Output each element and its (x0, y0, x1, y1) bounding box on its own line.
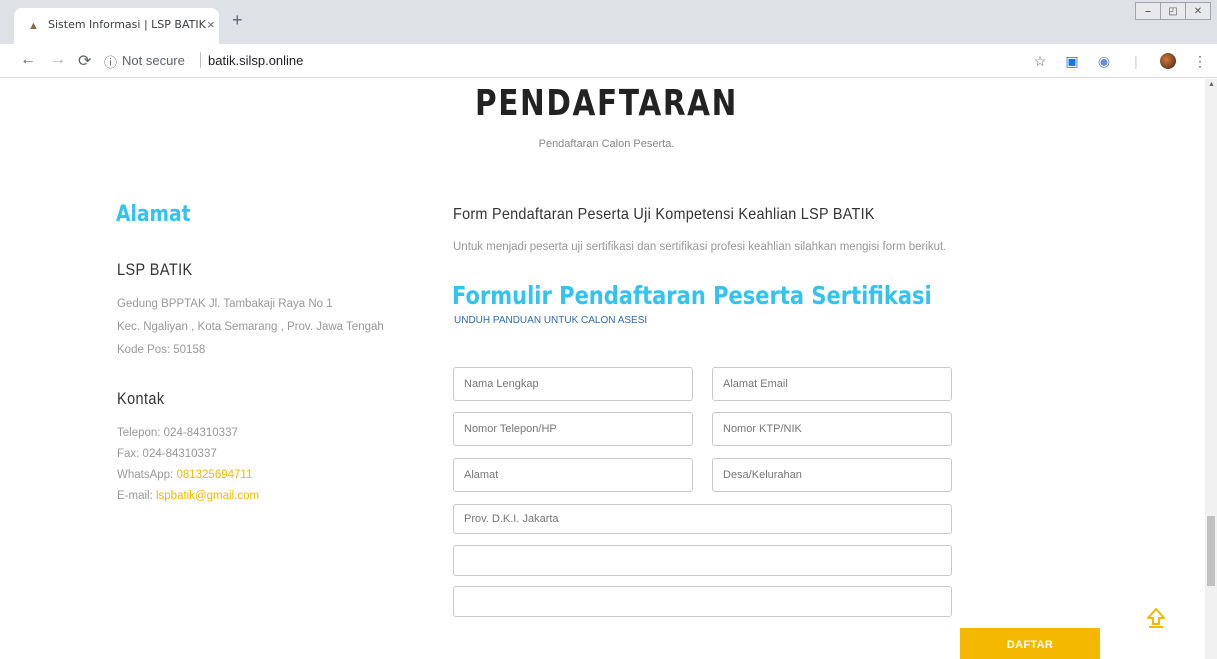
kecamatan-select[interactable] (453, 586, 952, 617)
address-line: Kec. Ngaliyan , Kota Semarang , Prov. Ja… (117, 321, 384, 333)
url-text[interactable]: batik.silsp.online (208, 53, 303, 68)
provinsi-select[interactable] (453, 504, 952, 534)
nama-lengkap-input[interactable] (453, 367, 693, 401)
maximize-button[interactable]: ◰ (1160, 2, 1186, 20)
download-guide-link[interactable]: UNDUH PANDUAN UNTUK CALON ASESI (454, 315, 647, 326)
address-separator (200, 52, 201, 68)
new-tab-button[interactable]: + (232, 10, 243, 31)
page-content: PENDAFTARAN Pendaftaran Calon Peserta. A… (0, 79, 1205, 659)
page-subtitle: Pendaftaran Calon Peserta. (538, 138, 675, 150)
address-line: Gedung BPPTAK Jl. Tambakaji Raya No 1 (117, 298, 333, 310)
extension-globe-icon[interactable]: ◉ (1095, 52, 1113, 70)
alamat-heading: Alamat (116, 202, 191, 227)
profile-avatar[interactable] (1159, 52, 1177, 70)
daftar-button[interactable]: DAFTAR (960, 628, 1100, 659)
scroll-to-top-icon[interactable] (1146, 607, 1166, 629)
scrollbar-thumb[interactable] (1207, 516, 1215, 586)
form-heading: Form Pendaftaran Peserta Uji Kompetensi … (453, 206, 875, 223)
whatsapp-label: WhatsApp: (117, 469, 177, 481)
contact-fax: Fax: 024-84310337 (117, 448, 217, 460)
scroll-up-arrow-icon[interactable]: ▲ (1208, 81, 1215, 88)
address-bar[interactable]: ⓘ Not secure batik.silsp.online (104, 49, 1104, 73)
contact-email: E-mail: lspbatik@gmail.com (117, 490, 259, 502)
address-postal-code: Kode Pos: 50158 (117, 344, 206, 356)
page-title: PENDAFTARAN (474, 83, 739, 124)
email-label: E-mail: (117, 490, 156, 502)
browser-tab[interactable]: ▲ Sistem Informasi | LSP BATIK × (14, 8, 219, 44)
whatsapp-link[interactable]: 081325694711 (176, 469, 252, 481)
menu-kebab-icon[interactable]: ⋮ (1191, 52, 1209, 70)
forward-arrow-icon[interactable]: → (50, 51, 66, 69)
minimize-button[interactable]: ⎯ (1135, 2, 1161, 20)
not-secure-label: Not secure (122, 53, 185, 68)
close-window-button[interactable]: ✕ (1185, 2, 1211, 20)
site-favicon-icon: ▲ (28, 20, 39, 32)
email-link[interactable]: lspbatik@gmail.com (156, 490, 259, 502)
alamat-input[interactable] (453, 458, 693, 492)
tab-title: Sistem Informasi | LSP BATIK (48, 18, 206, 31)
email-input[interactable] (712, 367, 952, 401)
desa-kelurahan-input[interactable] (712, 458, 952, 492)
tab-close-icon[interactable]: × (207, 17, 215, 32)
contact-whatsapp: WhatsApp: 081325694711 (117, 469, 252, 481)
ktp-nik-input[interactable] (712, 412, 952, 446)
back-arrow-icon[interactable]: ← (20, 51, 36, 69)
form-description: Untuk menjadi peserta uji sertifikasi da… (453, 241, 947, 253)
kontak-heading: Kontak (117, 389, 165, 408)
toolbar-divider: | (1134, 53, 1138, 69)
window-controls: ⎯ ◰ ✕ (1135, 2, 1211, 20)
telepon-input[interactable] (453, 412, 693, 446)
reload-icon[interactable]: ⟳ (78, 51, 91, 71)
page-scrollbar[interactable]: ▲ (1205, 79, 1217, 659)
kabupaten-select[interactable] (453, 545, 952, 576)
bookmark-star-icon[interactable]: ☆ (1031, 52, 1049, 70)
browser-tab-bar: ▲ Sistem Informasi | LSP BATIK × + ⎯ ◰ ✕ (0, 0, 1217, 44)
browser-toolbar: ← → ⟳ ⓘ Not secure batik.silsp.online ☆ … (0, 44, 1217, 78)
organization-name: LSP BATIK (117, 260, 193, 279)
form-title: Formulir Pendaftaran Peserta Sertifikasi (452, 281, 932, 310)
extension-icon[interactable]: ▣ (1063, 52, 1081, 70)
info-icon[interactable]: ⓘ (104, 52, 117, 71)
contact-phone: Telepon: 024-84310337 (117, 427, 238, 439)
toolbar-icons: ☆ ▣ ◉ | ⋮ (1017, 52, 1209, 70)
